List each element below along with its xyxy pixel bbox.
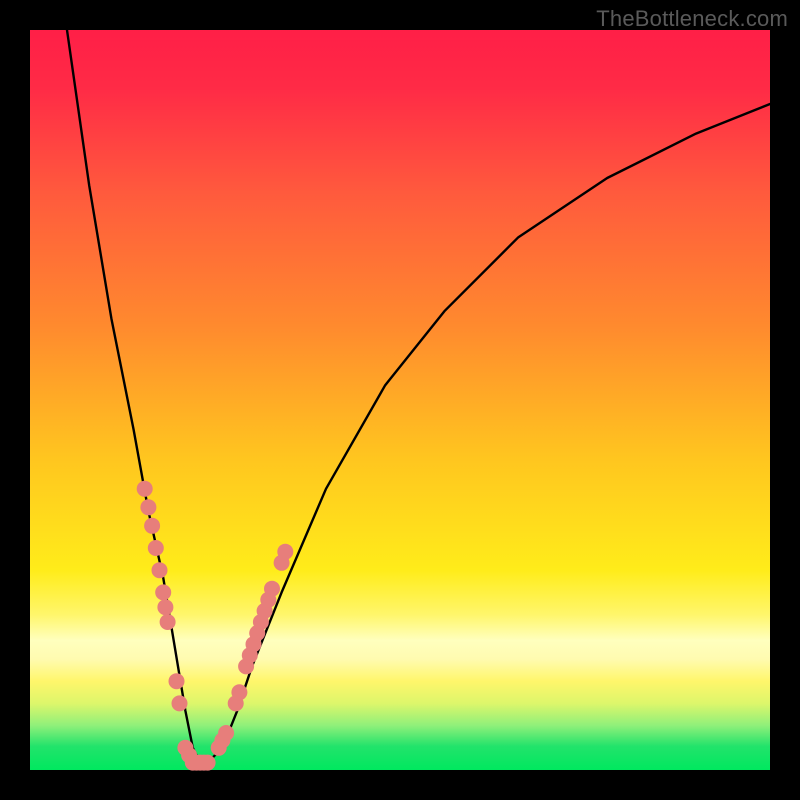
highlight-dot	[218, 725, 234, 741]
highlight-dot	[140, 499, 156, 515]
highlight-dot-group	[137, 481, 294, 771]
highlight-dot	[231, 684, 247, 700]
highlight-dot	[144, 518, 160, 534]
highlight-dot	[277, 544, 293, 560]
highlight-dot	[148, 540, 164, 556]
highlight-dot	[157, 599, 173, 615]
highlight-dot	[264, 581, 280, 597]
plot-svg	[30, 30, 770, 770]
highlight-dot	[137, 481, 153, 497]
watermark-text: TheBottleneck.com	[596, 6, 788, 32]
highlight-dot	[155, 584, 171, 600]
highlight-dot	[152, 562, 168, 578]
bottleneck-curve	[67, 30, 770, 763]
highlight-dot	[169, 673, 185, 689]
highlight-dot	[200, 755, 216, 771]
highlight-dot	[172, 695, 188, 711]
highlight-dot	[160, 614, 176, 630]
